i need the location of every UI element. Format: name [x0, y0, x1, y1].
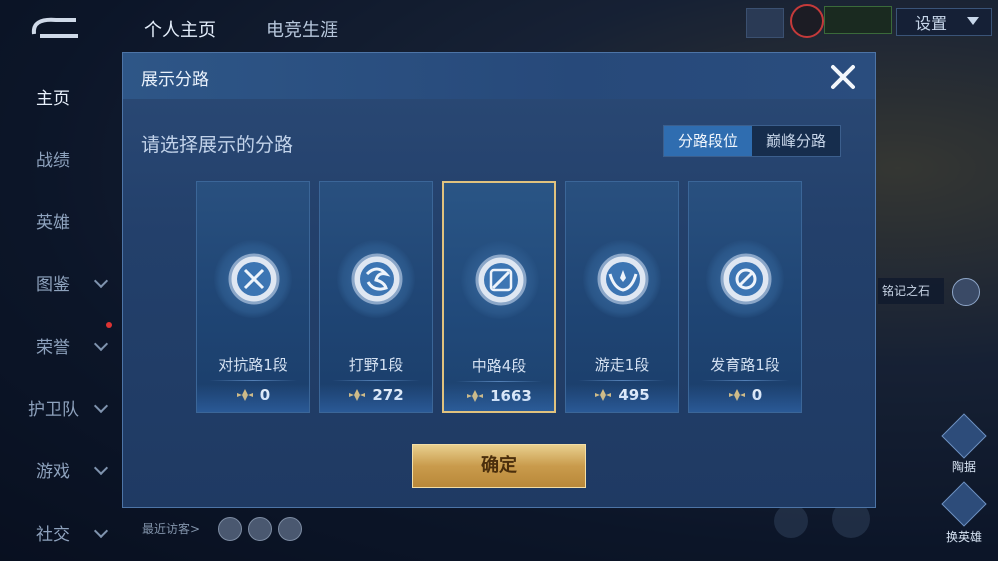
- sidebar-item-record[interactable]: 战绩: [36, 146, 70, 171]
- sidebar-item-heroes[interactable]: 英雄: [36, 208, 70, 233]
- target-emblem-icon: [720, 253, 772, 305]
- wand-emblem-icon: [475, 254, 527, 306]
- tab-esports-career[interactable]: 电竞生涯: [266, 16, 338, 42]
- dragon-emblem-icon: [351, 253, 403, 305]
- tab-lane-rank[interactable]: 分路段位: [664, 126, 753, 156]
- swords-emblem-icon: [228, 253, 280, 305]
- card-glow: [320, 384, 432, 412]
- divider: [332, 380, 420, 381]
- rank-type-toggle: 分路段位 巅峰分路: [663, 125, 842, 157]
- stone-label-bar[interactable]: 铭记之石: [878, 278, 944, 304]
- lane-label: 发育路1段: [710, 356, 780, 374]
- stone-label: 铭记之石: [882, 284, 931, 298]
- lane-label: 打野1段: [348, 356, 404, 374]
- gem-icon[interactable]: [952, 278, 980, 306]
- divider: [701, 380, 789, 381]
- lane-label: 游走1段: [594, 356, 650, 374]
- red-dot-badge: [106, 322, 112, 328]
- modal-title: 展示分路: [141, 70, 209, 90]
- visitor-avatar[interactable]: [278, 517, 302, 541]
- visitor-avatar[interactable]: [248, 517, 272, 541]
- recent-visitors-link[interactable]: 最近访客>: [142, 520, 200, 537]
- hud-button-1[interactable]: 陶据: [941, 413, 987, 474]
- sidebar-item-codex[interactable]: 图鉴: [36, 270, 70, 295]
- wings-emblem-icon: [597, 253, 649, 305]
- visitor-avatar[interactable]: [218, 517, 242, 541]
- divider: [209, 380, 297, 381]
- hexagon-icon: [941, 413, 987, 459]
- lane-display-modal: 展示分路 请选择展示的分路 分路段位 巅峰分路 对抗路1段 0: [122, 52, 876, 508]
- sidebar-item-honor[interactable]: 荣誉: [36, 333, 70, 358]
- lane-card-clash[interactable]: 对抗路1段 0: [196, 181, 310, 413]
- card-glow: [566, 384, 678, 412]
- sidebar-item-social[interactable]: 社交: [36, 520, 70, 545]
- back-logo-icon[interactable]: [30, 14, 82, 40]
- lane-label: 对抗路1段: [218, 356, 288, 374]
- divider: [578, 380, 666, 381]
- tab-peak-lane[interactable]: 巅峰分路: [752, 126, 840, 156]
- hero-swap-icon: [941, 481, 987, 527]
- lane-card-roam[interactable]: 游走1段 495: [565, 181, 679, 413]
- close-icon[interactable]: [825, 59, 861, 95]
- select-lane-prompt: 请选择展示的分路: [141, 134, 294, 156]
- card-glow: [444, 383, 554, 411]
- top-bar: 个人主页 电竞生涯 设置: [0, 0, 998, 56]
- change-hero-button[interactable]: 换英雄: [938, 481, 990, 544]
- avatar[interactable]: [790, 4, 824, 38]
- lane-label: 中路4段: [471, 357, 527, 375]
- confirm-button[interactable]: 确定: [412, 444, 586, 488]
- lane-card-mid[interactable]: 中路4段 1663: [442, 181, 556, 413]
- card-glow: [197, 384, 309, 412]
- tab-profile[interactable]: 个人主页: [144, 16, 216, 42]
- sidebar-item-home[interactable]: 主页: [36, 84, 70, 109]
- lane-card-farm[interactable]: 发育路1段 0: [688, 181, 802, 413]
- change-hero-label: 换英雄: [945, 530, 982, 544]
- notification-icon[interactable]: [746, 8, 784, 38]
- vip-badge: [824, 6, 892, 34]
- card-glow: [689, 384, 801, 412]
- hud-button-1-label: 陶据: [951, 460, 976, 474]
- upload-icon[interactable]: [774, 504, 808, 538]
- lane-card-jungle[interactable]: 打野1段 272: [319, 181, 433, 413]
- settings-button[interactable]: 设置: [896, 8, 992, 36]
- sidebar-item-games[interactable]: 游戏: [36, 457, 70, 482]
- chevron-down-icon: [967, 17, 979, 25]
- sidebar-item-guard[interactable]: 护卫队: [28, 395, 79, 420]
- divider: [456, 381, 542, 382]
- modal-header: 展示分路: [123, 53, 875, 99]
- settings-label: 设置: [915, 14, 948, 33]
